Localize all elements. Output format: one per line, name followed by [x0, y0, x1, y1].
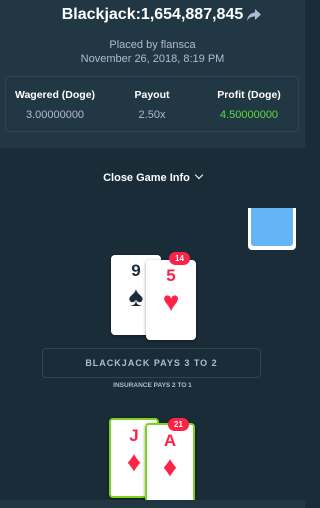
bottom-strip: [0, 500, 305, 508]
dealer-score-badge: 14: [169, 252, 190, 265]
share-icon[interactable]: [246, 8, 262, 22]
placed-by: Placed by flansca: [109, 39, 196, 51]
wagered-value: 3.00000000: [25, 109, 85, 121]
profit-stat: Profit (Doge) 4.50000000: [204, 89, 294, 121]
wagered-label: Wagered (Doge): [14, 89, 96, 101]
bet-stats: Wagered (Doge) 3.00000000 Payout 2.50x P…: [5, 76, 299, 132]
profit-label: Profit (Doge): [217, 89, 281, 101]
insurance-text: INSURANCE PAYS 2 TO 1: [113, 382, 192, 389]
card-rank: A: [163, 431, 177, 450]
player-score-badge: 21: [168, 418, 189, 431]
dealer-card-2: 5 ♥: [146, 260, 196, 340]
deck-card: [248, 208, 296, 250]
blackjack-pays-banner: BLACKJACK PAYS 3 TO 2: [42, 348, 261, 378]
placed-info: Placed by flansca November 26, 2018, 8:1…: [0, 38, 305, 66]
player-card-2: A ♦: [145, 423, 195, 503]
profit-value: 4.50000000: [219, 109, 279, 121]
close-game-info-label: Close Game Info: [103, 172, 190, 184]
bet-title: Blackjack:1,654,887,845: [61, 6, 244, 23]
placed-date: November 26, 2018, 8:19 PM: [80, 53, 225, 65]
wagered-stat: Wagered (Doge) 3.00000000: [10, 89, 100, 121]
payout-stat: Payout 2.50x: [112, 89, 192, 121]
close-game-info-button[interactable]: Close Game Info: [0, 170, 305, 184]
card-back: [251, 208, 293, 246]
diamond-icon: ♦: [162, 451, 178, 482]
heart-icon: ♥: [162, 286, 180, 317]
blackjack-pays-text: BLACKJACK PAYS 3 TO 2: [85, 358, 218, 368]
payout-value: 2.50x: [138, 109, 166, 121]
chevron-down-icon: [194, 170, 204, 180]
payout-label: Payout: [134, 89, 170, 101]
card-rank: 5: [166, 266, 176, 285]
game-info-header: Blackjack:1,654,887,845 Placed by flansc…: [0, 0, 305, 148]
